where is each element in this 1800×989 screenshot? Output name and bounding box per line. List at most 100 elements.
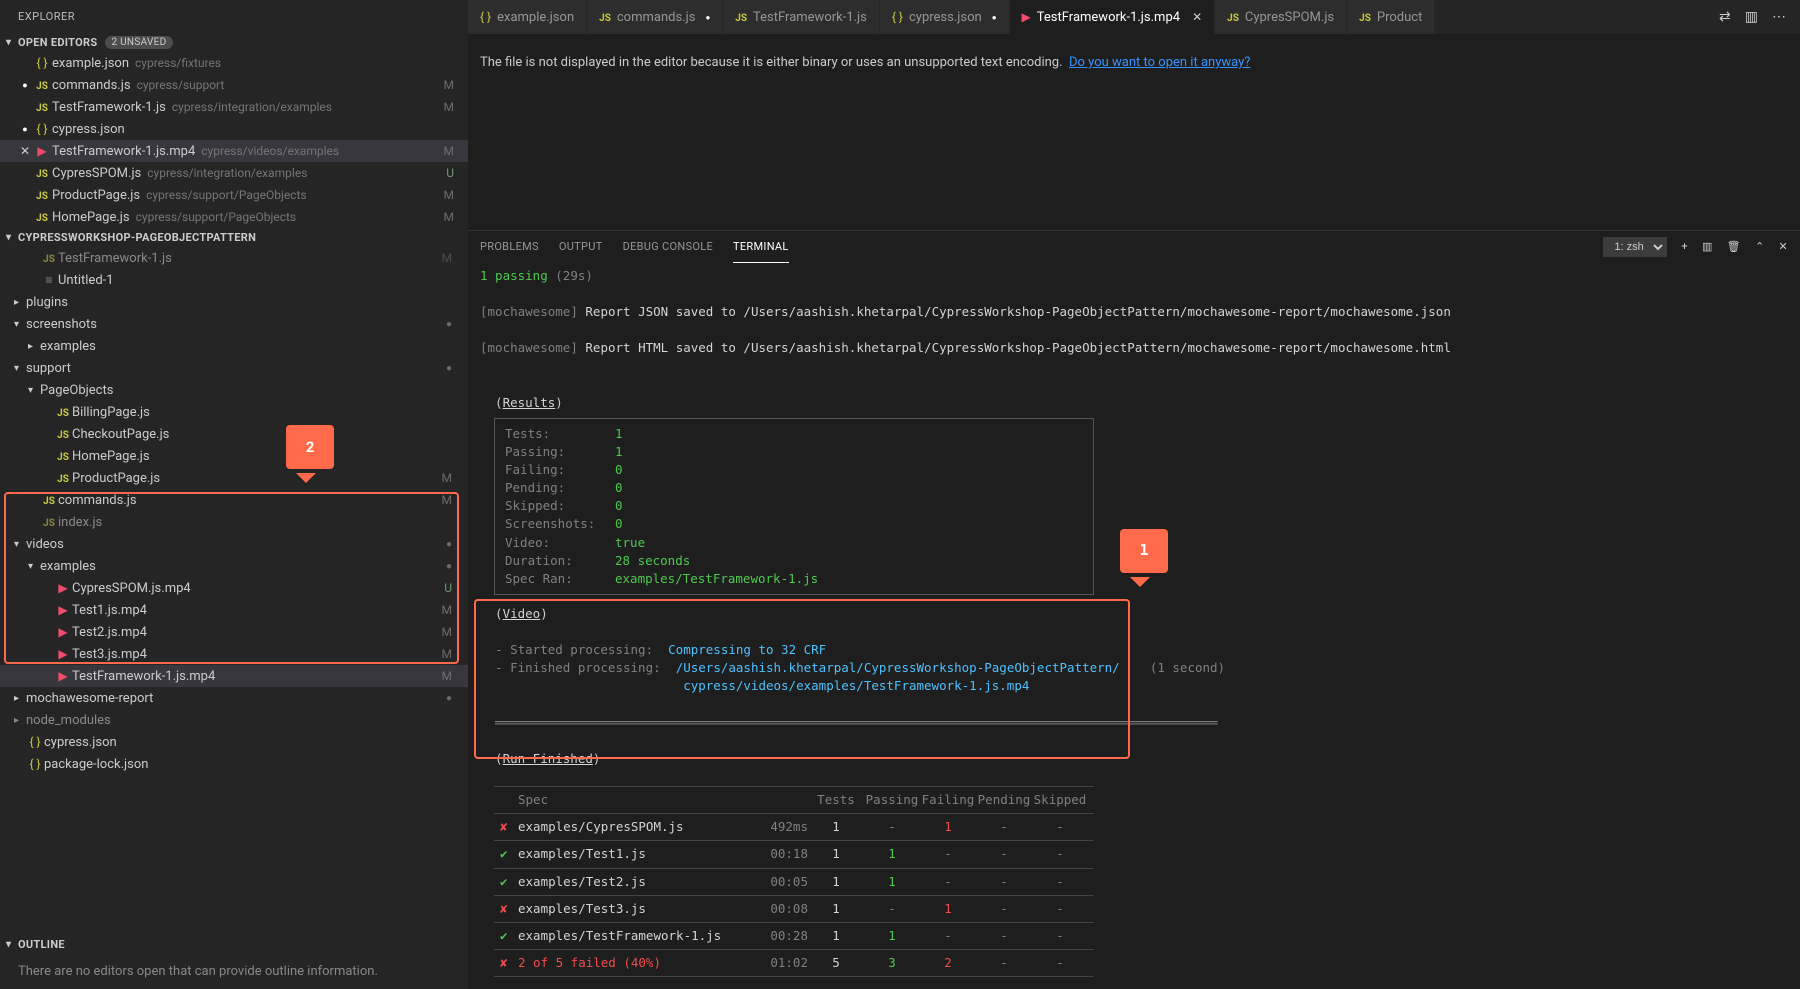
- file-icon: JS: [32, 100, 52, 114]
- status-badge: M: [442, 669, 460, 683]
- open-editor-item[interactable]: { }example.jsoncypress/fixtures: [0, 52, 468, 74]
- tree-item[interactable]: ▸mochawesome-report●: [0, 687, 468, 709]
- panel-tab[interactable]: TERMINAL: [733, 231, 789, 263]
- tree-item[interactable]: { }cypress.json: [0, 731, 468, 753]
- tree-item[interactable]: JSCheckoutPage.js: [0, 423, 468, 445]
- close-icon[interactable]: ✕: [18, 144, 32, 158]
- item-name: TestFramework-1.js.mp4: [72, 669, 215, 684]
- tree-item[interactable]: JSTestFramework-1.jsM: [0, 247, 468, 269]
- editor-tab[interactable]: JSProduct: [1347, 0, 1435, 34]
- open-editor-item[interactable]: JSProductPage.jscypress/support/PageObje…: [0, 184, 468, 206]
- tree-item[interactable]: JSindex.js: [0, 511, 468, 533]
- more-icon[interactable]: ⋯: [1772, 9, 1786, 25]
- outline-message: There are no editors open that can provi…: [0, 954, 468, 989]
- panel-tabs: PROBLEMS OUTPUT DEBUG CONSOLE TERMINAL 1: z…: [468, 231, 1800, 263]
- editor-tab[interactable]: JScommands.js●: [587, 0, 723, 34]
- item-name: package-lock.json: [44, 757, 148, 772]
- file-icon: ▶: [32, 144, 52, 158]
- chevron-up-icon[interactable]: ⌃: [1755, 240, 1765, 253]
- tree-item[interactable]: ≡Untitled-1: [0, 269, 468, 291]
- file-icon: ≡: [40, 273, 58, 287]
- file-path: cypress/videos/examples: [201, 144, 339, 158]
- tree-item[interactable]: ▾videos●: [0, 533, 468, 555]
- tree-item[interactable]: ▶CypresSPOM.js.mp4U: [0, 577, 468, 599]
- item-name: PageObjects: [40, 383, 113, 398]
- compare-icon[interactable]: ⇄: [1719, 9, 1731, 25]
- open-anyway-link[interactable]: Do you want to open it anyway?: [1069, 55, 1250, 70]
- editor-tab[interactable]: ▶TestFramework-1.js.mp4✕: [1010, 0, 1216, 34]
- status-badge: ●: [446, 319, 460, 330]
- open-editor-item[interactable]: ●JScommands.jscypress/supportM: [0, 74, 468, 96]
- dirty-dot-icon: ●: [18, 80, 32, 91]
- open-editors-list: { }example.jsoncypress/fixtures●JScomman…: [0, 52, 468, 228]
- file-path: cypress/integration/examples: [147, 166, 307, 180]
- file-name: example.json: [52, 56, 129, 71]
- chevron-down-icon: ▾: [28, 561, 40, 572]
- tree-item[interactable]: ▸plugins: [0, 291, 468, 313]
- terminal-select[interactable]: 1: zsh: [1603, 237, 1667, 257]
- file-name: TestFramework-1.js.mp4: [52, 144, 195, 159]
- file-icon: JS: [32, 210, 52, 224]
- report-html-line: [mochawesome] Report HTML saved to /User…: [480, 339, 1788, 357]
- editor-tab[interactable]: JSTestFramework-1.js: [723, 0, 880, 34]
- file-icon: JS: [54, 449, 72, 463]
- tree-item[interactable]: JScommands.jsM: [0, 489, 468, 511]
- terminal-output[interactable]: 1 passing (29s) [mochawesome] Report JSO…: [468, 263, 1800, 989]
- tree-item[interactable]: JSHomePage.js: [0, 445, 468, 467]
- editor-tab[interactable]: JSCypresSPOM.js: [1215, 0, 1347, 34]
- file-name: cypress.json: [52, 122, 125, 137]
- tree-item[interactable]: ▶Test1.js.mp4M: [0, 599, 468, 621]
- tree-item[interactable]: ▶Test3.js.mp4M: [0, 643, 468, 665]
- panel-tab[interactable]: PROBLEMS: [480, 231, 539, 263]
- tree-item[interactable]: ▾screenshots●: [0, 313, 468, 335]
- chevron-down-icon: ▾: [6, 939, 18, 950]
- panel-tab[interactable]: DEBUG CONSOLE: [623, 231, 713, 263]
- chevron-right-icon: ▸: [28, 341, 40, 352]
- spec-row: ✔examples/Test1.js00:1811---: [494, 841, 1094, 868]
- open-editor-item[interactable]: ✕▶TestFramework-1.js.mp4 cypress/videos/e…: [0, 140, 468, 162]
- trash-icon[interactable]: 🗑: [1727, 240, 1741, 253]
- new-terminal-icon[interactable]: +: [1681, 240, 1688, 253]
- status-badge: M: [444, 188, 462, 202]
- tree-item[interactable]: ▸examples: [0, 335, 468, 357]
- tree-item[interactable]: ▸node_modules: [0, 709, 468, 731]
- tree-item[interactable]: ▾PageObjects: [0, 379, 468, 401]
- split-terminal-icon[interactable]: ▥: [1702, 240, 1713, 253]
- status-badge: U: [446, 166, 462, 180]
- file-icon: JS: [54, 471, 72, 485]
- open-editors-header[interactable]: ▾ OPEN EDITORS 2 UNSAVED: [0, 33, 468, 52]
- item-name: support: [26, 361, 71, 376]
- panel-tab[interactable]: OUTPUT: [559, 231, 603, 263]
- close-icon[interactable]: ✕: [1192, 10, 1202, 24]
- status-badge: M: [442, 493, 460, 507]
- tab-label: Product: [1377, 10, 1422, 25]
- open-editors-label: OPEN EDITORS: [18, 36, 97, 49]
- file-name: TestFramework-1.js: [52, 100, 166, 115]
- workspace-header[interactable]: ▾ CYPRESSWORKSHOP-PAGEOBJECTPATTERN: [0, 228, 468, 247]
- item-name: node_modules: [26, 713, 111, 728]
- outline-title: OUTLINE: [18, 938, 65, 951]
- file-icon: { }: [32, 56, 52, 70]
- editor-tab[interactable]: { }cypress.json●: [880, 0, 1010, 34]
- tree-item[interactable]: ▶Test2.js.mp4M: [0, 621, 468, 643]
- file-icon: JS: [32, 188, 52, 202]
- open-editor-item[interactable]: JSTestFramework-1.js cypress/integration/…: [0, 96, 468, 118]
- split-icon[interactable]: ▥: [1745, 9, 1758, 25]
- status-badge: M: [444, 78, 462, 92]
- tree-item[interactable]: JSBillingPage.js: [0, 401, 468, 423]
- tree-item[interactable]: ▾support●: [0, 357, 468, 379]
- editor-tab[interactable]: { }example.json: [468, 0, 587, 34]
- chevron-down-icon: ▾: [28, 385, 40, 396]
- open-editor-item[interactable]: JSCypresSPOM.jscypress/integration/examp…: [0, 162, 468, 184]
- tree-item[interactable]: { }package-lock.json: [0, 753, 468, 775]
- open-editor-item[interactable]: ●{ }cypress.json: [0, 118, 468, 140]
- item-name: Untitled-1: [58, 273, 114, 288]
- close-panel-icon[interactable]: ✕: [1778, 240, 1788, 253]
- outline-header[interactable]: ▾ OUTLINE: [0, 935, 468, 954]
- file-path: cypress/integration/examples: [172, 100, 332, 114]
- open-editor-item[interactable]: JSHomePage.jscypress/support/PageObjects…: [0, 206, 468, 228]
- tree-item[interactable]: JSProductPage.jsM: [0, 467, 468, 489]
- tree-item[interactable]: ▶TestFramework-1.js.mp4M: [0, 665, 468, 687]
- results-box: Tests:1Passing:1Failing:0Pending:0Skippe…: [494, 418, 1094, 595]
- tree-item[interactable]: ▾examples●: [0, 555, 468, 577]
